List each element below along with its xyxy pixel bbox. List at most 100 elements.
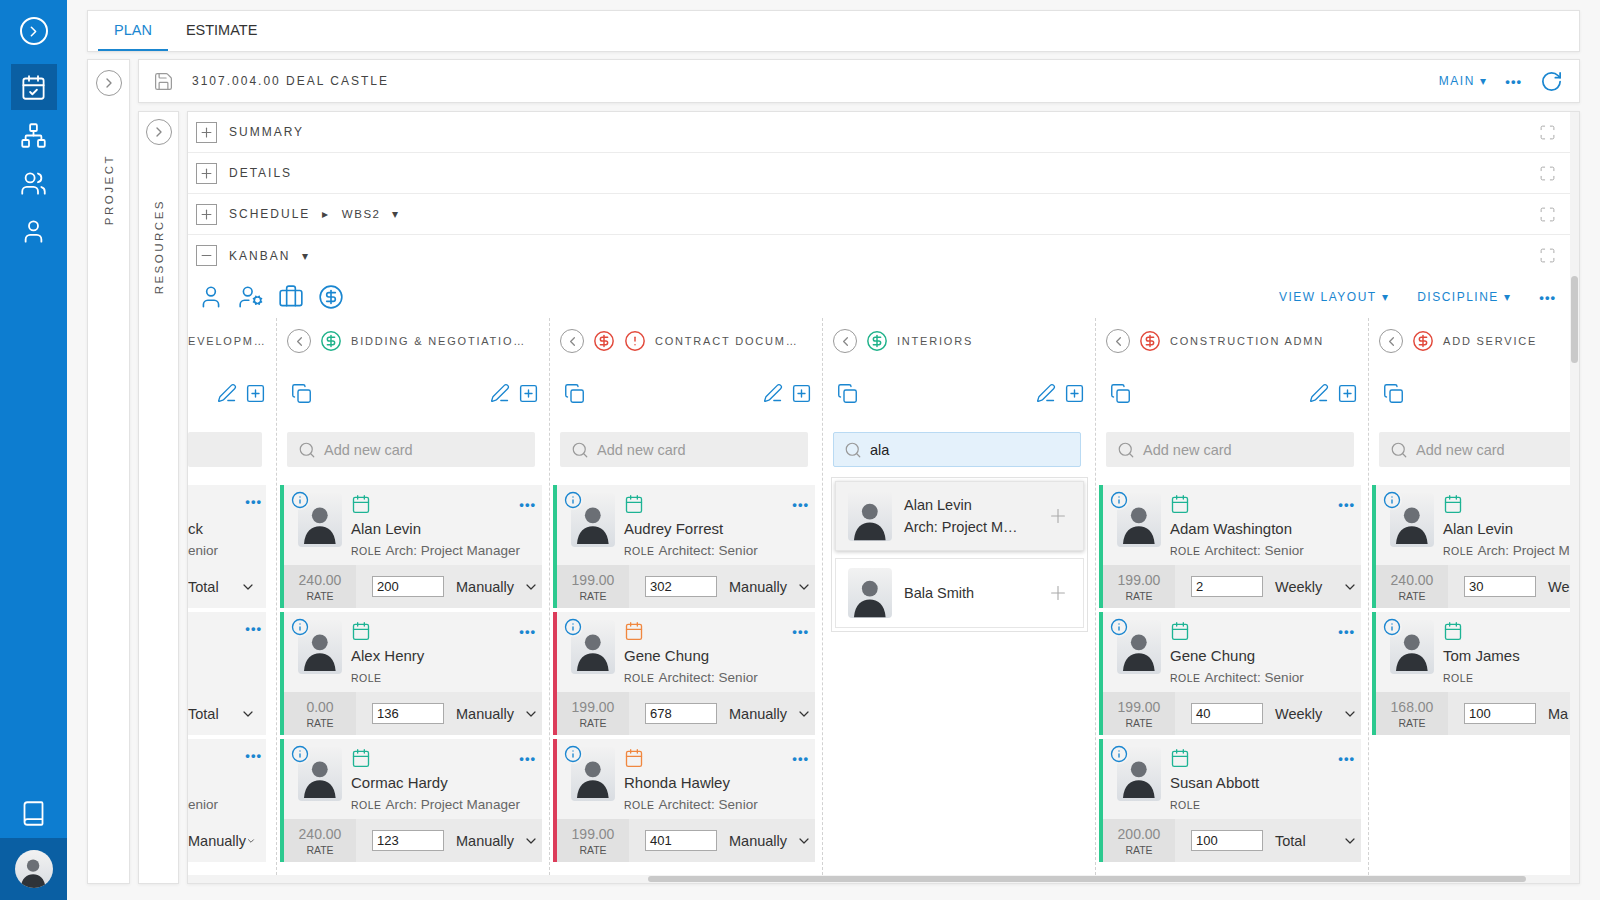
kanban-tool[interactable] [198,284,224,310]
unit-select[interactable]: Total [188,706,258,722]
section-toggle[interactable] [196,122,217,143]
calendar-icon[interactable] [624,494,644,514]
calendar-icon[interactable] [1443,621,1463,641]
more-button[interactable]: ••• [1338,752,1355,765]
resource-card[interactable]: ••• Total [188,612,266,735]
scroll-thumb[interactable] [1571,276,1578,362]
unit-select[interactable]: Manually [456,833,541,849]
section-row[interactable]: SCHEDULE▸WBS2▾ [188,194,1570,235]
section-row[interactable]: KANBAN▾ [188,235,1570,276]
hours-input[interactable]: 136 [372,703,444,724]
info-button[interactable] [563,744,583,764]
copy-icon[interactable] [1110,383,1131,404]
add-card-search[interactable] [188,432,262,467]
info-button[interactable] [1382,617,1402,637]
info-button[interactable] [563,617,583,637]
plus-icon[interactable] [1047,582,1069,604]
more-button[interactable]: ••• [245,749,262,762]
calendar-icon[interactable] [351,621,371,641]
calendar-icon[interactable] [351,748,371,768]
resource-card[interactable]: •••Alan LevinROLEArch: Project M240.00RA… [1372,485,1570,608]
unit-select[interactable]: We [1548,579,1570,595]
info-button[interactable] [1109,744,1129,764]
more-button[interactable]: ••• [245,495,262,508]
add-icon[interactable] [245,383,266,404]
resource-card[interactable]: •••eniorManually [188,739,266,862]
search-result[interactable]: Alan LevinArch: Project M… [835,481,1084,551]
hours-input[interactable]: 200 [372,576,444,597]
unit-select[interactable]: Manually [188,833,258,849]
unit-select[interactable]: Weekly [1275,579,1360,595]
save-icon[interactable] [153,71,174,92]
resource-card[interactable]: •••Gene ChungROLEArchitect: Senior199.00… [553,612,815,735]
hours-input[interactable]: 302 [645,576,717,597]
expand-resources-button[interactable] [146,119,172,145]
info-button[interactable] [563,490,583,510]
more-button[interactable]: ••• [1338,625,1355,638]
calendar-icon[interactable] [1170,621,1190,641]
resource-card[interactable]: •••ckeniorTotal [188,485,266,608]
info-button[interactable] [1382,490,1402,510]
toolbar-menu[interactable]: VIEW LAYOUT▾ [1279,290,1389,304]
horizontal-scrollbar[interactable] [188,875,1570,883]
more-button[interactable]: ••• [1505,75,1522,88]
kanban-tool[interactable] [238,284,264,310]
resource-card[interactable]: •••Tom JamesROLE168.00RATE100Ma [1372,612,1570,735]
scroll-thumb[interactable] [648,876,1526,882]
resource-card[interactable]: •••Adam WashingtonROLEArchitect: Senior1… [1099,485,1361,608]
copy-icon[interactable] [291,383,312,404]
unit-select[interactable]: Ma [1548,706,1570,722]
add-card-search[interactable]: Add new card [560,432,808,467]
resource-card[interactable]: •••Susan AbbottROLE200.00RATE100Total [1099,739,1361,862]
add-card-search[interactable]: ala [833,432,1081,467]
sidebar-item[interactable] [11,208,57,254]
maximize-icon[interactable] [1539,124,1556,141]
info-button[interactable] [1109,490,1129,510]
edit-icon[interactable] [217,383,237,403]
section-crumb[interactable]: ▾ [302,249,310,263]
info-button[interactable] [290,617,310,637]
unit-select[interactable]: Manually [729,833,814,849]
resource-card[interactable]: •••Rhonda HawleyROLEArchitect: Senior199… [553,739,815,862]
unit-select[interactable]: Weekly [1275,706,1360,722]
kanban-tool[interactable] [278,284,304,310]
info-button[interactable] [290,490,310,510]
collapse-column-button[interactable] [833,329,857,353]
maximize-icon[interactable] [1539,165,1556,182]
more-button[interactable]: ••• [245,622,262,635]
maximize-icon[interactable] [1539,247,1556,264]
edit-icon[interactable] [1309,383,1329,403]
copy-icon[interactable] [837,383,858,404]
section-crumb[interactable]: ▸ [322,207,330,221]
collapse-column-button[interactable] [1106,329,1130,353]
copy-icon[interactable] [564,383,585,404]
sidebar-item[interactable] [11,160,57,206]
unit-select[interactable]: Total [1275,833,1360,849]
unit-select[interactable]: Manually [456,706,541,722]
resource-card[interactable]: •••Alan LevinROLEArch: Project Manager24… [280,485,542,608]
maximize-icon[interactable] [1539,206,1556,223]
toolbar-menu[interactable]: DISCIPLINE▾ [1417,290,1511,304]
tab[interactable]: PLAN [98,11,168,51]
kanban-tool[interactable] [318,284,344,310]
hours-input[interactable]: 401 [645,830,717,851]
calendar-icon[interactable] [624,748,644,768]
add-icon[interactable] [1064,383,1085,404]
unit-select[interactable]: Total [188,579,258,595]
add-icon[interactable] [791,383,812,404]
more-button[interactable]: ••• [519,752,536,765]
more-button[interactable]: ••• [1338,498,1355,511]
calendar-icon[interactable] [624,621,644,641]
collapse-column-button[interactable] [560,329,584,353]
section-toggle[interactable] [196,245,217,266]
calendar-icon[interactable] [351,494,371,514]
hours-input[interactable]: 123 [372,830,444,851]
section-row[interactable]: SUMMARY [188,112,1570,153]
info-button[interactable] [1109,617,1129,637]
info-button[interactable] [290,744,310,764]
edit-icon[interactable] [490,383,510,403]
calendar-icon[interactable] [1443,494,1463,514]
more-button[interactable]: ••• [519,498,536,511]
plus-icon[interactable] [1047,505,1069,527]
refresh-icon[interactable] [1540,70,1563,93]
